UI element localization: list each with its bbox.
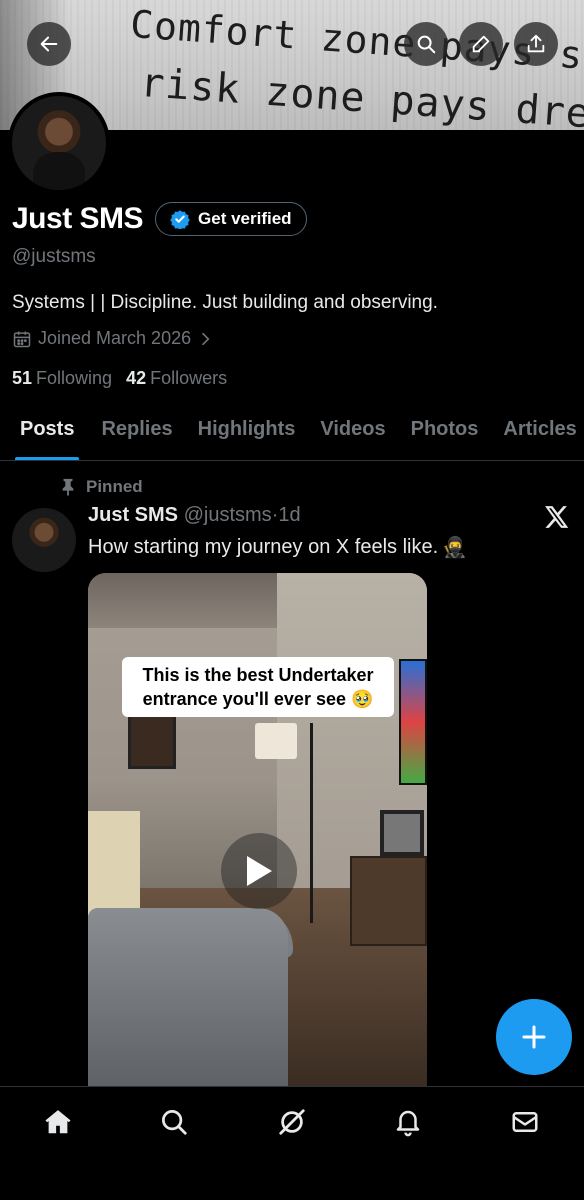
tab-articles[interactable]: Articles [503, 408, 576, 460]
pinned-indicator: Pinned [60, 477, 143, 497]
pin-icon [62, 478, 74, 496]
get-verified-button[interactable]: Get verified [155, 202, 307, 236]
back-button[interactable] [27, 22, 71, 66]
post-author-name[interactable]: Just SMS [88, 504, 178, 526]
profile-bio: Systems | | Discipline. Just building an… [12, 292, 438, 313]
plus-icon [522, 1025, 546, 1049]
bottom-nav [0, 1086, 584, 1200]
nav-notifications[interactable] [391, 1105, 425, 1139]
back-icon [40, 36, 58, 52]
compose-post-button[interactable] [496, 999, 572, 1075]
home-icon [45, 1110, 71, 1134]
nav-search[interactable] [157, 1105, 191, 1139]
edit-icon [472, 35, 490, 53]
post-text-body: How starting my journey on X feels like. [88, 536, 439, 558]
search-button[interactable] [404, 22, 448, 66]
pinned-label: Pinned [86, 477, 143, 496]
tab-posts[interactable]: Posts [14, 408, 80, 460]
grok-icon [279, 1109, 305, 1135]
notifications-icon [396, 1110, 420, 1137]
play-icon [247, 856, 272, 886]
post-time[interactable]: 1d [278, 504, 300, 526]
video-caption: This is the best Undertaker entrance you… [122, 657, 394, 717]
search-icon [417, 35, 436, 54]
tab-videos[interactable]: Videos [320, 408, 385, 460]
calendar-icon [13, 331, 31, 347]
video-caption-line2: entrance you'll ever see 🥹 [142, 689, 374, 709]
following-label: Following [36, 368, 113, 388]
search-icon [162, 1110, 187, 1135]
profile-avatar[interactable] [8, 92, 110, 194]
x-logo-icon[interactable] [544, 504, 570, 530]
tab-replies[interactable]: Replies [101, 408, 172, 460]
followers-link[interactable]: 42 Followers [126, 368, 227, 389]
share-icon [527, 34, 545, 53]
nav-home[interactable] [41, 1105, 75, 1139]
post-author-handle[interactable]: @justsms [184, 504, 272, 526]
post-author-avatar[interactable] [12, 508, 76, 572]
nav-messages[interactable] [508, 1105, 542, 1139]
post-video[interactable]: This is the best Undertaker entrance you… [88, 573, 427, 1088]
following-link[interactable]: 51 Following [12, 368, 112, 389]
messages-icon [512, 1112, 538, 1132]
followers-count: 42 [126, 368, 147, 388]
joined-date[interactable]: Joined March 2026 [12, 328, 213, 349]
verified-badge-icon [170, 210, 190, 229]
share-button[interactable] [514, 22, 558, 66]
nav-grok[interactable] [275, 1105, 309, 1139]
profile-tabs: Posts Replies Highlights Videos Photos A… [0, 408, 584, 461]
display-name: Just SMS [12, 202, 144, 235]
tab-highlights[interactable]: Highlights [198, 408, 296, 460]
followers-label: Followers [150, 368, 228, 388]
chevron-right-icon [202, 332, 210, 345]
post-header: Just SMS @justsms·1d [88, 504, 301, 527]
edit-button[interactable] [459, 22, 503, 66]
joined-label: Joined March 2026 [38, 328, 192, 348]
play-button[interactable] [221, 833, 297, 909]
tab-photos[interactable]: Photos [411, 408, 479, 460]
following-count: 51 [12, 368, 33, 388]
ninja-emoji: 🥷 [442, 537, 468, 559]
post-text: How starting my journey on X feels like.… [88, 535, 467, 560]
get-verified-label: Get verified [198, 209, 292, 228]
profile-handle: @justsms [12, 246, 96, 267]
video-caption-line1: This is the best Undertaker [142, 665, 374, 685]
